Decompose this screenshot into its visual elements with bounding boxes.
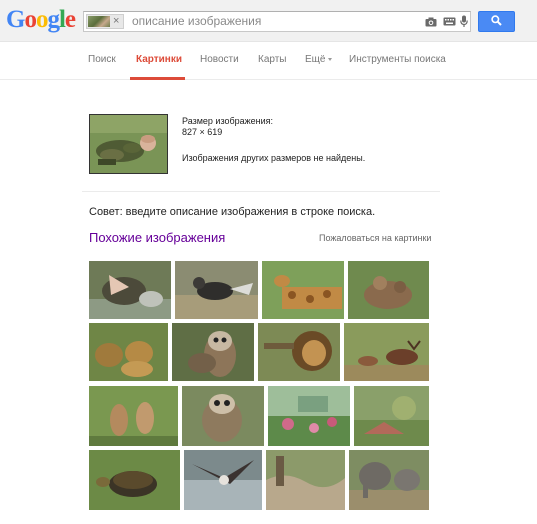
eagle-photo[interactable] bbox=[184, 450, 262, 510]
tab-more-label: Ещё bbox=[305, 54, 326, 65]
tab-maps[interactable]: Карты bbox=[258, 54, 287, 65]
image-size-value: 827 × 619 bbox=[182, 127, 223, 137]
crocodile-photo[interactable] bbox=[89, 261, 171, 319]
chevron-down-icon bbox=[328, 57, 333, 61]
google-logo[interactable]: Google bbox=[6, 6, 76, 34]
search-nav: Поиск Картинки Новости Карты Ещё Инструм… bbox=[0, 42, 537, 80]
owl-photo-2[interactable] bbox=[182, 386, 264, 446]
tab-news[interactable]: Новости bbox=[200, 54, 239, 65]
divider bbox=[82, 191, 440, 192]
camera-icon[interactable] bbox=[424, 14, 438, 29]
garden-photo-2[interactable] bbox=[354, 386, 429, 446]
kangaroos-photo[interactable] bbox=[89, 386, 178, 446]
active-tab-indicator bbox=[130, 77, 185, 80]
keyboard-icon[interactable] bbox=[442, 14, 456, 29]
header-bar: Google × описание изображения bbox=[0, 0, 537, 42]
no-other-sizes-text: Изображения других размеров не найдены. bbox=[182, 153, 366, 163]
search-placeholder: описание изображения bbox=[132, 14, 262, 28]
fox-photo[interactable] bbox=[175, 261, 258, 319]
chip-close-icon[interactable]: × bbox=[113, 14, 119, 29]
query-image-thumbnail[interactable] bbox=[89, 114, 168, 174]
elk-photo[interactable] bbox=[344, 323, 429, 381]
query-image-chip[interactable]: × bbox=[86, 14, 124, 29]
tab-images[interactable]: Картинки bbox=[136, 54, 182, 65]
deer-photo[interactable] bbox=[348, 261, 429, 319]
turtle-photo[interactable] bbox=[89, 450, 180, 510]
search-tip: Совет: введите описание изображения в ст… bbox=[89, 206, 376, 218]
tab-search-tools[interactable]: Инструменты поиска bbox=[349, 54, 446, 65]
elephants-photo[interactable] bbox=[349, 450, 429, 510]
tab-search[interactable]: Поиск bbox=[88, 54, 116, 65]
search-button[interactable] bbox=[478, 11, 515, 32]
query-image-chip-thumbnail bbox=[88, 16, 110, 27]
search-input[interactable]: × описание изображения bbox=[83, 11, 471, 32]
river-photo[interactable] bbox=[266, 450, 345, 510]
microphone-icon[interactable] bbox=[459, 14, 469, 29]
image-info: Размер изображения: 827 × 619 Изображени… bbox=[182, 116, 365, 164]
garden-photo[interactable] bbox=[268, 386, 350, 446]
lion-photo[interactable] bbox=[258, 323, 340, 381]
search-icon bbox=[491, 13, 502, 31]
lions-photo[interactable] bbox=[89, 323, 168, 381]
image-size-label: Размер изображения: bbox=[182, 116, 274, 126]
report-images-link[interactable]: Пожаловаться на картинки bbox=[319, 233, 431, 243]
owl-photo[interactable] bbox=[172, 323, 254, 381]
similar-images-heading[interactable]: Похожие изображения bbox=[89, 230, 225, 245]
tab-more[interactable]: Ещё bbox=[305, 54, 333, 65]
giraffe-photo[interactable] bbox=[262, 261, 344, 319]
